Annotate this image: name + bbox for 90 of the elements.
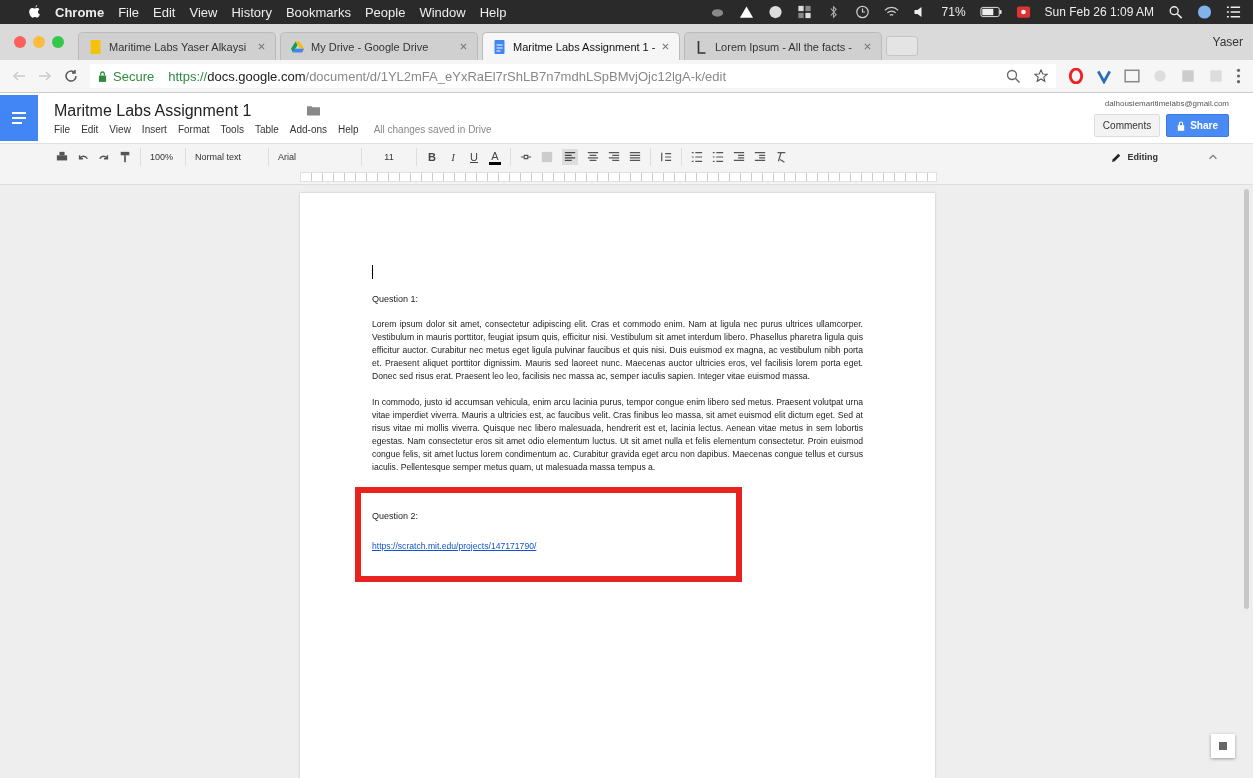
address-bar[interactable]: Secure https://docs.google.com/document/d/1YL2mFA_eYxRaEl7rShLB7n7mdhLSpBMvjOjc12lgA-k/edit: [90, 64, 1056, 88]
format-button[interactable]: I: [447, 151, 459, 163]
close-icon[interactable]: [662, 43, 669, 50]
justify-icon[interactable]: [629, 151, 641, 163]
font-dropdown[interactable]: Arial: [278, 152, 352, 162]
format-button[interactable]: A: [489, 149, 501, 165]
triangle-icon[interactable]: [738, 5, 754, 19]
menu-item[interactable]: Help: [338, 123, 359, 135]
circle-icon[interactable]: [767, 5, 783, 19]
clock[interactable]: Sun Feb 26 1:09 AM: [1044, 5, 1154, 19]
clear-formatting-icon[interactable]: [775, 151, 787, 163]
close-icon[interactable]: [258, 43, 265, 50]
triangle-icon: [291, 39, 304, 54]
browser-tab[interactable]: Lorem Ipsum - All the facts -: [684, 32, 882, 60]
battery-percent: 71%: [941, 5, 966, 19]
zoom-dropdown[interactable]: 100%: [150, 152, 176, 162]
menu-item[interactable]: Edit: [153, 4, 176, 20]
menu-item[interactable]: File: [118, 4, 140, 20]
browser-tab[interactable]: My Drive - Google Drive: [280, 32, 478, 60]
app-menu[interactable]: Chrome: [55, 4, 105, 20]
menu-item[interactable]: Edit: [81, 123, 99, 135]
document-icon: [89, 39, 102, 54]
star-icon[interactable]: [1034, 69, 1048, 83]
text-cursor-icon: [695, 39, 708, 54]
wifi-icon[interactable]: [883, 5, 899, 19]
account-email[interactable]: dalhousiemaritimelabs@gmail.com: [1104, 99, 1229, 108]
lock-icon: [1177, 120, 1186, 131]
project-link[interactable]: https://scratch.mit.edu/projects/147171790/: [372, 541, 537, 551]
editing-mode-dropdown[interactable]: Editing: [1110, 151, 1158, 163]
numbered-list-icon[interactable]: [691, 151, 703, 163]
square-icon: [1217, 740, 1229, 752]
folder-icon[interactable]: [307, 105, 321, 116]
menu-item[interactable]: Insert: [141, 123, 167, 135]
menu-item[interactable]: People: [364, 4, 406, 20]
document-icon: [493, 39, 506, 54]
question-heading: Question 2:: [372, 511, 420, 521]
format-button[interactable]: B: [426, 151, 438, 163]
body-paragraph: Lorem ipsum dolor sit amet, consectetur adipiscing elit. Cras et commodo enim. Nam at ligula nec purus ultrices ullamcorper. Vestibulum in mauris porttitor, feugiat ipsum quis, efficitur nisi. Vestibulum sit amet interdum libero. Phasellus pharetra ligula quis efficitur auctor. Curabitur nec metus eget ligula pulvinar faucibus et quis nisi. Duis euismod ex magna, ac vestibulum nibh porta et. Praesent aliquet porttitor dignissim. Mauris sed laoreet nunc. Maecenas auctor ultricies eros, vel facilisis lorem porta eget. Donec sed risus erat. Praesent leo leo, facilisis nec massa ac, semper iaculis sapien. Integer vitae euismod massa.: [372, 318, 863, 383]
browser-tab[interactable]: Maritme Labs Assignment 1 -: [482, 32, 680, 60]
menu-item[interactable]: Table: [254, 123, 279, 135]
battery-icon[interactable]: [979, 6, 1002, 18]
menu-item[interactable]: Help: [479, 4, 507, 20]
kebab-menu-icon[interactable]: [1236, 68, 1241, 84]
explore-button[interactable]: [1211, 734, 1235, 758]
menu-item[interactable]: Add-ons: [289, 123, 328, 135]
body-paragraph: In commodo, justo id accumsan vehicula, enim arcu lacinia purus, tempor congue enim libero sed metus. Praesent volutpat urna vitae imperdiet viverra. Mauris a ultricies est, ac faucibus velit. Cras finibus leo massa, sit amet euismod elit dictum eget. Sed at risus vitae mi mollis viverra. Quisque nec libero malesuada, hendrerit est et, lacinia lectus. Aenean vitae metus in sem lobortis egestas. Nam consectetur eros sit amet odio elementum luctus. Ut sit amet nulla et felis elementum consectetur. Proin euismod congue felis, sit amet luctus lorem condimentum ac. Curabitur gravida eget arcu non dapibus. Maecenas congue tellus et cursus iaculis. Pellentesque semper metus quam, ut malesuada massa tempus a.: [372, 396, 863, 474]
menu-item[interactable]: History: [231, 4, 272, 20]
menu-item[interactable]: View: [109, 123, 131, 135]
comments-button[interactable]: Comments: [1093, 114, 1161, 137]
ring-icon[interactable]: [1068, 68, 1084, 84]
record-icon[interactable]: [1015, 5, 1031, 19]
reload-icon[interactable]: [64, 69, 78, 83]
menu-item[interactable]: Bookmarks: [285, 4, 351, 20]
menu-item[interactable]: Tools: [220, 123, 244, 135]
save-status: All changes saved in Drive: [373, 123, 492, 135]
menu-item[interactable]: Window: [419, 4, 466, 20]
format-button[interactable]: U: [468, 151, 480, 163]
list-icon[interactable]: [1226, 5, 1241, 19]
bulleted-list-icon[interactable]: [712, 151, 724, 163]
orb-icon[interactable]: [1197, 5, 1212, 19]
profile-name[interactable]: Yaser: [1212, 35, 1243, 49]
browser-tab[interactable]: Maritime Labs Yaser Alkaysi: [78, 32, 276, 60]
print-icon[interactable]: [56, 151, 68, 163]
apple-icon[interactable]: [28, 4, 41, 20]
pencil-icon: [1110, 151, 1122, 163]
grid-icon[interactable]: [796, 5, 812, 19]
checkmark-icon[interactable]: [1096, 68, 1112, 84]
style-dropdown[interactable]: Normal text: [195, 152, 259, 162]
font-size-dropdown[interactable]: 11: [371, 152, 407, 162]
docs-logo-icon[interactable]: [0, 95, 38, 141]
align-left-icon[interactable]: [562, 149, 578, 165]
paint-format-icon[interactable]: [119, 151, 131, 163]
lock-icon: [98, 70, 107, 82]
increase-indent-icon[interactable]: [754, 151, 766, 163]
align-center-icon[interactable]: [587, 151, 599, 163]
menu-item[interactable]: View: [189, 4, 218, 20]
line-spacing-icon[interactable]: [660, 151, 672, 163]
menu-item[interactable]: File: [54, 123, 71, 135]
align-right-icon[interactable]: [608, 151, 620, 163]
document-title[interactable]: Maritme Labs Assignment 1: [54, 101, 252, 120]
question-heading: Question 1:: [372, 294, 420, 304]
text-cursor: [372, 265, 373, 279]
close-icon[interactable]: [864, 43, 871, 50]
scrollbar[interactable]: [1244, 189, 1249, 609]
decrease-indent-icon[interactable]: [733, 151, 745, 163]
menu-item[interactable]: Format: [177, 123, 210, 135]
zoom-icon[interactable]: [1006, 69, 1020, 83]
clock-icon[interactable]: [854, 5, 870, 19]
close-icon[interactable]: [460, 43, 467, 50]
search-icon[interactable]: [1168, 5, 1183, 19]
